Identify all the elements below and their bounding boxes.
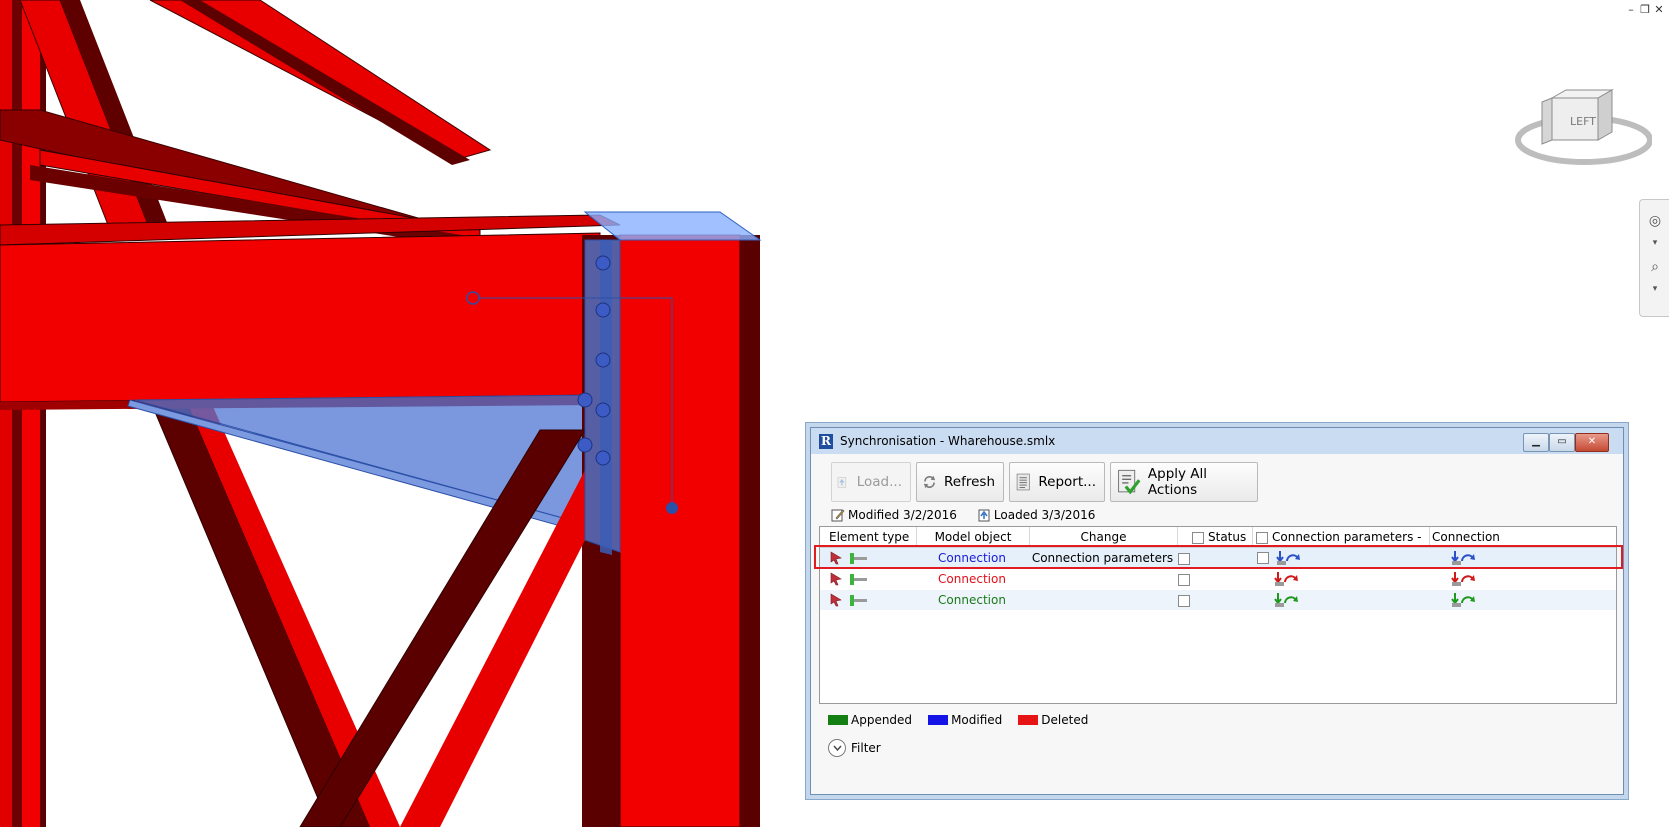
row-conn-file: [1273, 569, 1299, 589]
row-model-object[interactable]: Connection: [916, 569, 1028, 589]
conn-file-select-all-checkbox[interactable]: [1256, 531, 1268, 544]
viewcube-face-label: LEFT: [1570, 115, 1596, 128]
sync-info: Modified 3/2/2016 Loaded 3/3/2016: [831, 508, 1095, 522]
synchronisation-dialog: R Synchronisation - Wharehouse.smlx ▁ ▭ …: [810, 427, 1624, 795]
row-icons: [830, 590, 868, 610]
row-conn-file: [1257, 548, 1301, 568]
load-file-icon: [837, 477, 847, 488]
table-row[interactable]: Connection: [820, 569, 1616, 589]
filter-toggle[interactable]: Filter: [828, 739, 881, 757]
row-status[interactable]: [1178, 569, 1194, 589]
dialog-minimize-button[interactable]: ▁: [1523, 433, 1549, 452]
row-status[interactable]: [1178, 548, 1194, 568]
apply-checklist-icon: [1118, 469, 1141, 495]
sync-table: Element type Model object Change Status …: [814, 526, 1623, 704]
legend-appended-swatch: [828, 715, 848, 725]
row-change: Connection parameters: [1031, 551, 1174, 565]
col-status[interactable]: Status: [1177, 527, 1251, 547]
append-from-model-icon[interactable]: [1450, 592, 1476, 608]
col-conn-params-file[interactable]: Connection parameters - File: [1252, 527, 1428, 564]
col-conn-params[interactable]: Connection parameters: [1429, 527, 1564, 564]
row-icons: [830, 569, 868, 589]
loaded-date: Loaded 3/3/2016: [993, 508, 1096, 522]
dialog-titlebar[interactable]: R Synchronisation - Wharehouse.smlx ▁ ▭ …: [811, 428, 1623, 454]
report-icon: [1016, 473, 1030, 491]
delete-from-file-icon[interactable]: [1273, 571, 1299, 587]
row-conn-params: [1450, 590, 1476, 610]
status-select-all-checkbox[interactable]: [1192, 531, 1204, 544]
row-model-object[interactable]: Connection: [916, 590, 1028, 610]
status-checkbox[interactable]: [1178, 594, 1190, 607]
expand-chevron-icon[interactable]: [828, 739, 846, 757]
refresh-button-label: Refresh: [944, 474, 995, 490]
navigation-bar: ◎ ▾ ⌕ ▾: [1639, 199, 1669, 317]
chevron-down-icon[interactable]: ▾: [1646, 234, 1664, 252]
minimize-icon[interactable]: –: [1625, 4, 1637, 16]
connection-element-icon: [850, 574, 867, 585]
loaded-file-icon: [978, 509, 990, 522]
row-status[interactable]: [1178, 590, 1194, 610]
connection-element-icon: [850, 553, 867, 564]
report-button[interactable]: Report...: [1009, 462, 1105, 502]
dialog-toolbar: Load... Refresh Report... Apply All Acti…: [831, 462, 1258, 502]
steering-wheel-icon[interactable]: ◎: [1646, 212, 1664, 230]
edit-document-icon: [831, 509, 845, 522]
restore-icon[interactable]: ❐: [1639, 4, 1651, 16]
col-model-object[interactable]: Model object: [916, 527, 1029, 547]
select-cursor-icon[interactable]: [830, 551, 842, 565]
load-button[interactable]: Load...: [831, 462, 911, 502]
delete-from-model-icon[interactable]: [1450, 571, 1476, 587]
load-button-label: Load...: [856, 474, 902, 490]
view-cube[interactable]: LEFT: [1512, 78, 1653, 178]
row-conn-file: [1273, 590, 1299, 610]
update-from-file-icon[interactable]: [1275, 550, 1301, 566]
apply-all-actions-button[interactable]: Apply All Actions: [1110, 462, 1258, 502]
modified-info: Modified 3/2/2016: [831, 508, 957, 522]
status-checkbox[interactable]: [1178, 552, 1190, 565]
row-model-object[interactable]: Connection: [916, 548, 1028, 568]
select-cursor-icon[interactable]: [830, 593, 842, 607]
legend-modified: Modified: [928, 713, 1002, 727]
select-cursor-icon[interactable]: [830, 572, 842, 586]
dialog-maximize-button[interactable]: ▭: [1549, 433, 1575, 452]
row-change: [1029, 569, 1176, 589]
table-row[interactable]: Connection: [820, 590, 1616, 610]
legend-appended-label: Appended: [851, 713, 913, 727]
refresh-icon: [923, 475, 936, 489]
connection-element-icon: [850, 595, 867, 606]
legend-appended: Appended: [828, 713, 912, 727]
col-element-type[interactable]: Element type: [829, 527, 915, 547]
dialog-close-button[interactable]: ✕: [1575, 433, 1609, 452]
row-conn-params: [1450, 569, 1476, 589]
chevron-down-icon[interactable]: ▾: [1646, 280, 1664, 298]
legend-deleted-label: Deleted: [1041, 713, 1089, 727]
append-from-file-icon[interactable]: [1273, 592, 1299, 608]
col-change[interactable]: Change: [1029, 527, 1177, 547]
legend-modified-label: Modified: [951, 713, 1003, 727]
filter-label: Filter: [851, 741, 881, 755]
table-header: Element type Model object Change Status …: [820, 527, 1616, 564]
zoom-icon[interactable]: ⌕: [1646, 258, 1664, 276]
update-from-model-icon[interactable]: [1450, 550, 1476, 566]
modified-date: Modified 3/2/2016: [848, 508, 957, 522]
close-icon[interactable]: ✕: [1653, 4, 1665, 16]
refresh-button[interactable]: Refresh: [916, 462, 1004, 502]
conn-file-checkbox[interactable]: [1257, 552, 1269, 564]
report-button-label: Report...: [1038, 474, 1096, 490]
apply-all-actions-label: Apply All Actions: [1147, 466, 1208, 498]
row-change: [1029, 590, 1176, 610]
color-legend: Appended Modified Deleted: [828, 713, 1088, 727]
row-icons: [830, 548, 868, 568]
legend-deleted-swatch: [1018, 715, 1039, 725]
status-checkbox[interactable]: [1178, 573, 1190, 586]
row-conn-params: [1450, 548, 1476, 568]
col-status-label: Status: [1208, 530, 1247, 544]
revit-logo-icon: R: [819, 434, 833, 449]
loaded-info: Loaded 3/3/2016: [977, 508, 1096, 522]
dialog-title: Synchronisation - Wharehouse.smlx: [840, 434, 1056, 448]
legend-deleted: Deleted: [1018, 713, 1088, 727]
legend-modified-swatch: [928, 715, 949, 725]
table-row[interactable]: Connection Connection parameters: [814, 545, 1623, 569]
app-window-controls: – ❐ ✕: [1625, 4, 1665, 16]
